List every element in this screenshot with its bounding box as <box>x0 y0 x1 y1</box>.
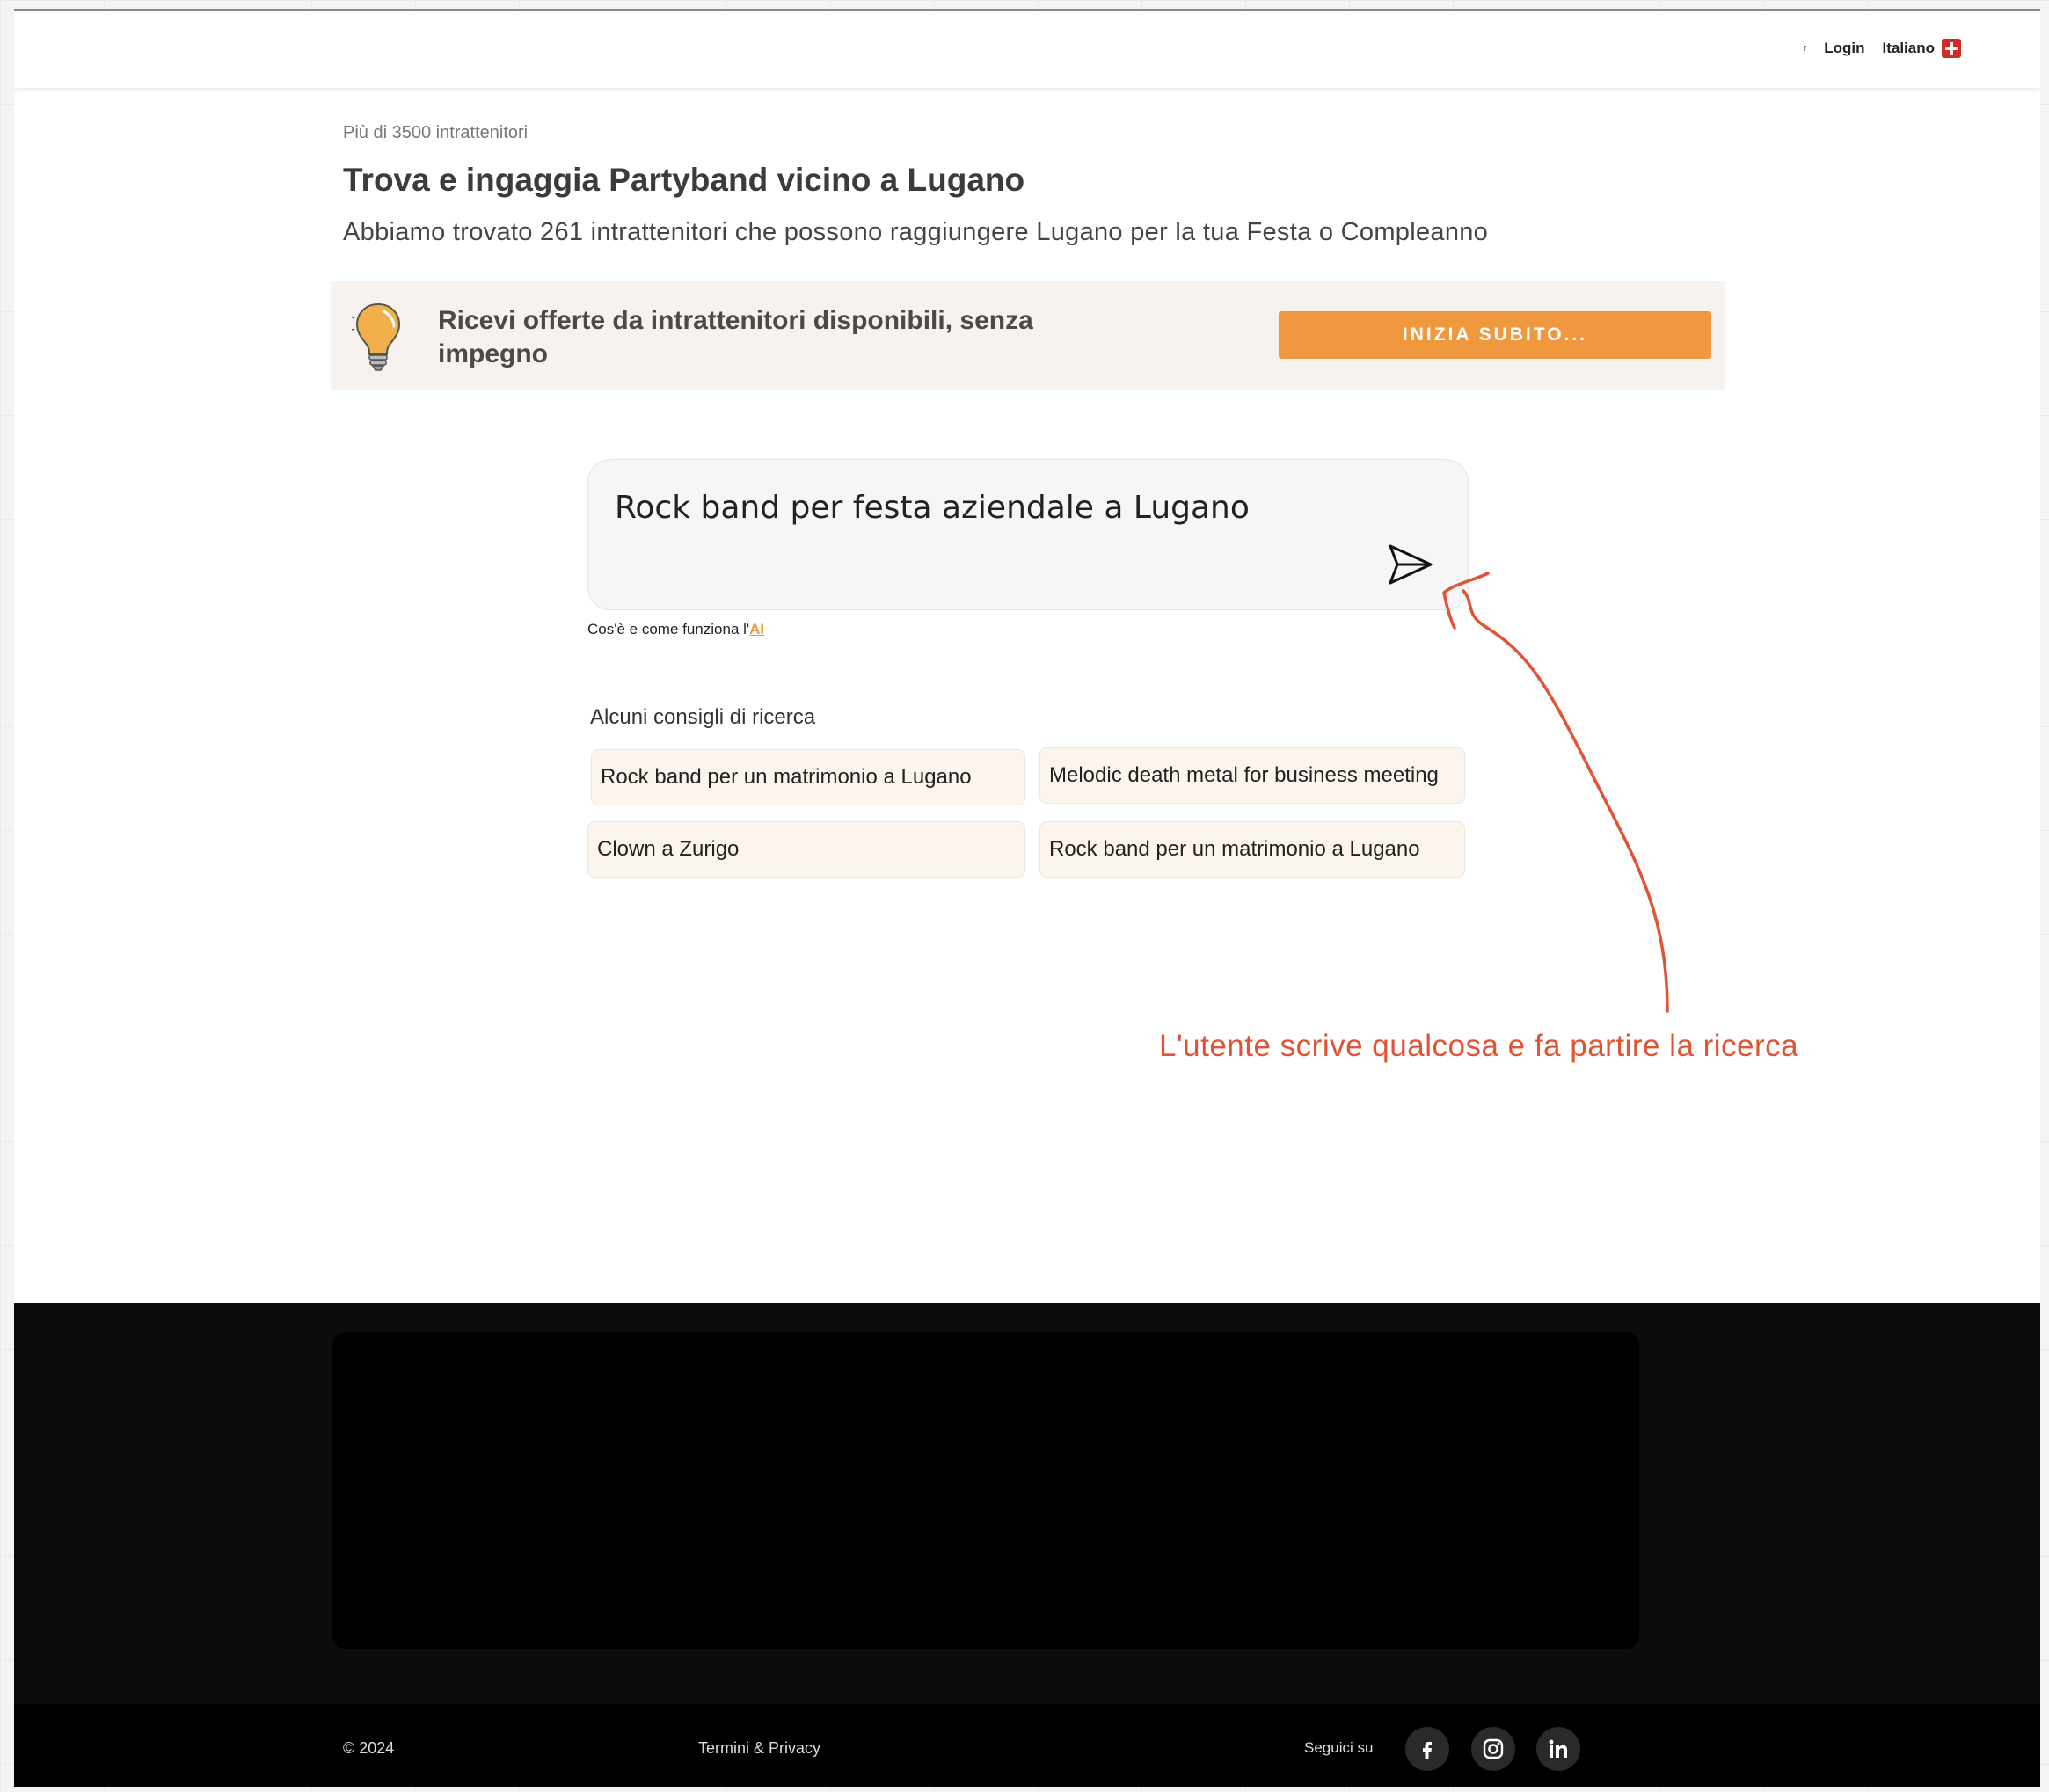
search-tip[interactable]: Melodic death metal for business meeting <box>1039 747 1465 804</box>
top-navigation-bar: r Login Italiano <box>14 11 2040 88</box>
login-link[interactable]: Login <box>1824 40 1864 57</box>
annotation-note: L'utente scrive qualcosa e fa partire la… <box>1159 1029 1799 1063</box>
follow-us-label: Seguici su <box>1304 1739 1374 1756</box>
results-description: Abbiamo trovato 261 intrattenitori che p… <box>343 218 1489 246</box>
entertainer-count: Più di 3500 intrattenitori <box>343 123 529 142</box>
top-nav: r Login Italiano <box>1804 39 1961 58</box>
terms-privacy-link[interactable]: Termini & Privacy <box>698 1739 820 1758</box>
lightbulb-icon <box>352 302 401 371</box>
page-title: Trova e ingaggia Partyband vicino a Luga… <box>343 162 1025 198</box>
start-now-button[interactable]: INIZIA SUBITO... <box>1279 311 1711 359</box>
language-selector[interactable]: Italiano <box>1882 39 1961 58</box>
search-tip[interactable]: Rock band per un matrimonio a Lugano <box>591 749 1025 805</box>
footer-media-area <box>14 1303 2040 1708</box>
swiss-flag-icon <box>1942 39 1961 58</box>
offer-text: Ricevi offerte da intrattenitori disponi… <box>438 306 1033 368</box>
facebook-icon[interactable] <box>1405 1727 1449 1771</box>
footer-bar: © 2024 Termini & Privacy Seguici su <box>14 1704 2040 1787</box>
offer-banner: Ricevi offerte da intrattenitori disponi… <box>331 281 1725 390</box>
search-input[interactable]: Rock band per festa aziendale a Lugano <box>615 490 1250 526</box>
nav-mark: r <box>1803 43 1807 54</box>
search-tip[interactable]: Clown a Zurigo <box>587 821 1025 878</box>
linkedin-icon[interactable] <box>1536 1727 1580 1771</box>
ai-search-box[interactable]: Rock band per festa aziendale a Lugano <box>587 459 1469 610</box>
search-tips-title: Alcuni consigli di ricerca <box>590 705 816 729</box>
language-label: Italiano <box>1882 40 1935 56</box>
instagram-icon[interactable] <box>1471 1727 1515 1771</box>
ai-help-prefix: Cos'è e come funziona l' <box>587 621 750 637</box>
search-tip[interactable]: Rock band per un matrimonio a Lugano <box>1039 821 1465 878</box>
page-frame: r Login Italiano Più di 3500 intrattenit… <box>14 9 2040 1787</box>
copyright-text: © 2024 <box>343 1739 395 1757</box>
ai-help-link[interactable]: AI <box>749 621 764 637</box>
footer-video-placeholder <box>332 1332 1639 1649</box>
ai-help-text: Cos'è e come funziona l'AI <box>587 621 764 638</box>
send-icon[interactable] <box>1387 541 1434 588</box>
